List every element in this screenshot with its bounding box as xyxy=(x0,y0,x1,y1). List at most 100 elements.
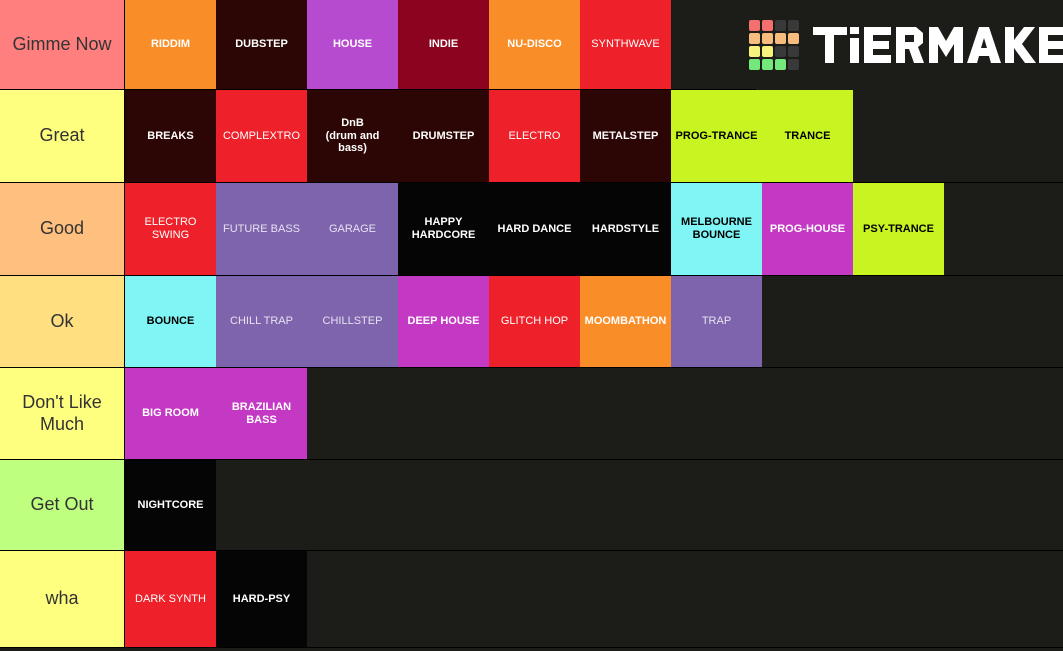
tier-row: Don't Like Much BIG ROOM BRAZILIAN BASS xyxy=(0,368,1063,460)
tier-item-label: ELECTRO SWING xyxy=(144,216,197,241)
tier-item-label: CHILLSTEP xyxy=(322,315,383,328)
tier-item-label: PSY-TRANCE xyxy=(863,222,934,235)
logo-swatch-2 xyxy=(774,20,786,31)
tier-item-label: MELBOURNE BOUNCE xyxy=(681,216,752,241)
logo-swatch-4 xyxy=(748,33,760,44)
tier-item-label: MOOMBATHON xyxy=(584,315,667,328)
tier-item-label: HOUSE xyxy=(332,38,373,51)
tier-row: Great BREAKS COMPLEXTRO DnB (drum and bass)… xyxy=(0,90,1063,183)
tier-item[interactable]: HARD DANCE xyxy=(489,183,580,275)
tiermaker-grid-icon xyxy=(748,20,799,70)
tier-item[interactable]: PROG-HOUSE xyxy=(762,183,853,275)
tier-item[interactable]: HAPPY HARDCORE xyxy=(398,183,489,275)
tier-item[interactable]: INDIE xyxy=(398,0,489,89)
tier-label[interactable]: Get Out xyxy=(0,460,125,550)
tier-item-label: HARD-PSY xyxy=(232,592,291,605)
tier-item[interactable]: METALSTEP xyxy=(580,90,671,182)
tier-item-label: PROG-TRANCE xyxy=(675,129,758,142)
tier-item-label: BOUNCE xyxy=(146,315,195,328)
tier-item[interactable]: TRANCE xyxy=(762,90,853,182)
tier-item[interactable]: GARAGE xyxy=(307,183,398,275)
logo-swatch-8 xyxy=(748,46,760,57)
logo-swatch-14 xyxy=(774,59,786,70)
tier-item-label: DUBSTEP xyxy=(235,38,288,51)
tier-item-label: DnB (drum and bass) xyxy=(325,116,380,155)
tier-items[interactable]: ELECTRO SWING FUTURE BASS GARAGE HAPPY HARD… xyxy=(125,183,1063,275)
tier-item-label: METALSTEP xyxy=(592,129,659,142)
tier-item[interactable]: HOUSE xyxy=(307,0,398,89)
tier-item[interactable]: MOOMBATHON xyxy=(580,276,671,367)
tier-row: Ok BOUNCE CHILL TRAP CHILLSTEP DEEP HOUSE GLI… xyxy=(0,276,1063,368)
tier-rows-container: Gimme Now RIDDIM DUBSTEP HOUSE INDIE NU-DISCO… xyxy=(0,0,1063,648)
tierlist-app: Gimme Now RIDDIM DUBSTEP HOUSE INDIE NU-DISCO… xyxy=(0,0,1063,651)
tier-item[interactable]: DEEP HOUSE xyxy=(398,276,489,367)
logo-swatch-13 xyxy=(761,59,773,70)
tier-item[interactable]: SYNTHWAVE xyxy=(580,0,671,89)
tier-item-label: COMPLEXTRO xyxy=(222,129,300,142)
tier-item[interactable]: HARDSTYLE xyxy=(580,183,671,275)
tier-items[interactable]: BIG ROOM BRAZILIAN BASS xyxy=(125,368,1063,459)
tier-row: Get Out NIGHTCORE xyxy=(0,460,1063,551)
tier-item-label: HARDSTYLE xyxy=(591,222,660,235)
logo-swatch-7 xyxy=(787,33,799,44)
tier-item-label: NIGHTCORE xyxy=(137,498,204,511)
tier-item-label: INDIE xyxy=(428,38,459,51)
tier-items[interactable]: BREAKS COMPLEXTRO DnB (drum and bass) DRUMS… xyxy=(125,90,1063,182)
tier-item-label: BRAZILIAN BASS xyxy=(231,400,292,426)
tier-item[interactable]: CHILL TRAP xyxy=(216,276,307,367)
tier-label[interactable]: Good xyxy=(0,183,125,275)
tier-item[interactable]: DUBSTEP xyxy=(216,0,307,89)
tier-item-label: DRUMSTEP xyxy=(412,129,475,142)
tier-item[interactable]: COMPLEXTRO xyxy=(216,90,307,182)
tier-items[interactable]: BOUNCE CHILL TRAP CHILLSTEP DEEP HOUSE GLITC… xyxy=(125,276,1063,367)
tier-item[interactable]: TRAP xyxy=(671,276,762,367)
tier-item[interactable]: PSY-TRANCE xyxy=(853,183,944,275)
logo-swatch-12 xyxy=(748,59,760,70)
tier-item[interactable]: BRAZILIAN BASS xyxy=(216,368,307,459)
tier-item-label: SYNTHWAVE xyxy=(591,38,660,51)
tier-item[interactable]: ELECTRO SWING xyxy=(125,183,216,275)
logo-swatch-1 xyxy=(761,20,773,31)
logo-swatch-15 xyxy=(787,59,799,70)
tier-item[interactable]: MELBOURNE BOUNCE xyxy=(671,183,762,275)
tier-item-label: ELECTRO xyxy=(508,129,561,142)
tier-label[interactable]: wha xyxy=(0,551,125,647)
tier-item[interactable]: DARK SYNTH xyxy=(125,551,216,647)
tier-item[interactable]: NIGHTCORE xyxy=(125,460,216,550)
tier-items[interactable]: NIGHTCORE xyxy=(125,460,1063,550)
logo-swatch-3 xyxy=(787,20,799,31)
tier-item[interactable]: BOUNCE xyxy=(125,276,216,367)
tiermaker-wordmark xyxy=(812,25,1063,65)
tier-item[interactable]: BREAKS xyxy=(125,90,216,182)
tiermaker-logo[interactable] xyxy=(748,0,1063,90)
tier-label[interactable]: Gimme Now xyxy=(0,0,125,89)
tier-item-label: CHILL TRAP xyxy=(230,315,293,328)
tier-item[interactable]: PROG-TRANCE xyxy=(671,90,762,182)
tier-item-label: TRANCE xyxy=(784,129,831,142)
tier-label[interactable]: Great xyxy=(0,90,125,182)
tier-item[interactable]: RIDDIM xyxy=(125,0,216,89)
tier-item[interactable]: BIG ROOM xyxy=(125,368,216,459)
tier-row: wha DARK SYNTH HARD-PSY xyxy=(0,551,1063,648)
tier-item-label: RIDDIM xyxy=(150,38,191,51)
tier-item[interactable]: CHILLSTEP xyxy=(307,276,398,367)
logo-swatch-5 xyxy=(761,33,773,44)
tier-item-label: NU-DISCO xyxy=(507,38,562,51)
logo-swatch-0 xyxy=(748,20,760,31)
tier-item[interactable]: DnB (drum and bass) xyxy=(307,90,398,182)
tier-item-label: DARK SYNTH xyxy=(135,592,206,605)
tier-item[interactable]: NU-DISCO xyxy=(489,0,580,89)
tier-item-label: TRAP xyxy=(701,315,732,328)
tier-item[interactable]: FUTURE BASS xyxy=(216,183,307,275)
tier-item[interactable]: HARD-PSY xyxy=(216,551,307,647)
tier-label[interactable]: Don't Like Much xyxy=(0,368,125,459)
tier-item-label: BIG ROOM xyxy=(142,407,199,420)
tier-items[interactable]: DARK SYNTH HARD-PSY xyxy=(125,551,1063,647)
tier-item[interactable]: GLITCH HOP xyxy=(489,276,580,367)
tier-item[interactable]: ELECTRO xyxy=(489,90,580,182)
logo-swatch-9 xyxy=(761,46,773,57)
tier-item[interactable]: DRUMSTEP xyxy=(398,90,489,182)
tier-item-label: FUTURE BASS xyxy=(222,222,300,235)
tier-item-label: GARAGE xyxy=(328,222,377,235)
tier-label[interactable]: Ok xyxy=(0,276,125,367)
